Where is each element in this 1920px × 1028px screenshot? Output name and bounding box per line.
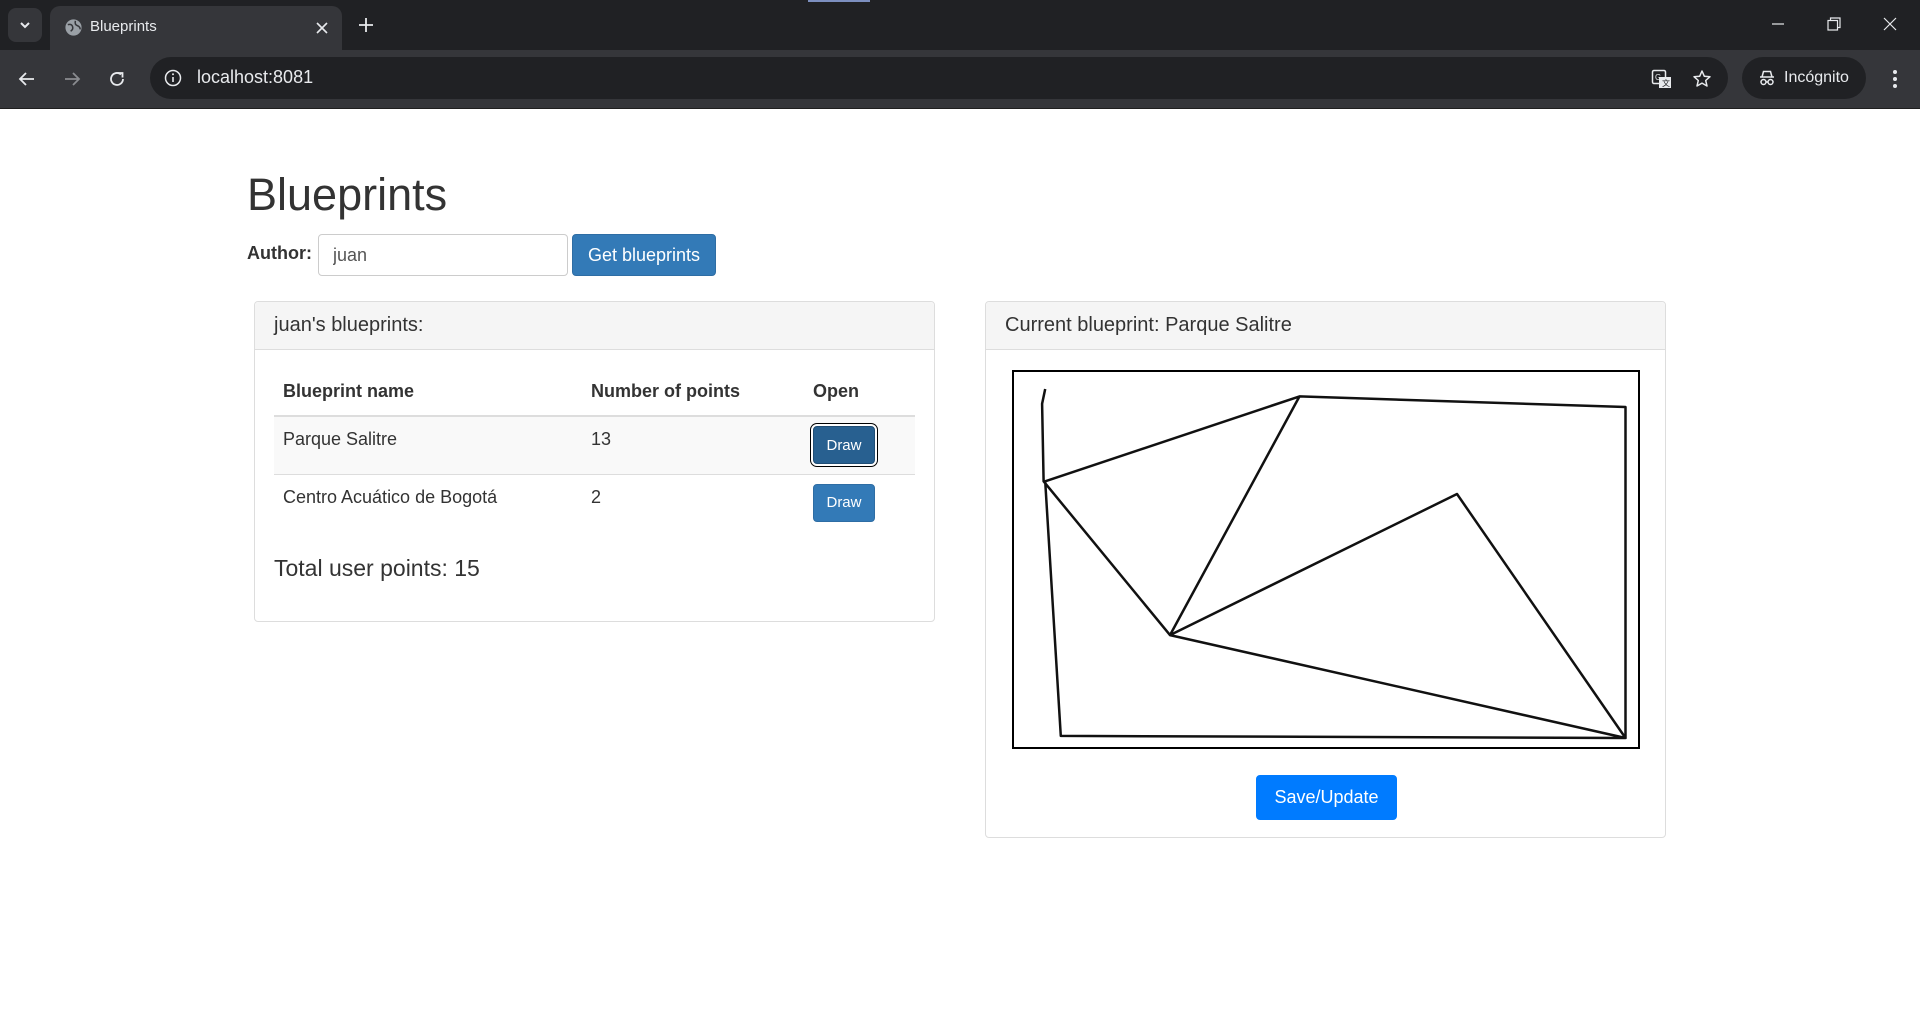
minimize-button[interactable] <box>1750 0 1806 48</box>
plus-icon <box>359 18 373 32</box>
svg-text:文: 文 <box>1662 78 1670 88</box>
table-row: Centro Acuático de Bogotá 2 Draw <box>274 474 915 532</box>
tab-title: Blueprints <box>90 18 157 35</box>
column-header-open: Open <box>804 368 915 417</box>
browser-tab[interactable]: Blueprints <box>50 6 342 50</box>
browser-toolbar: localhost:8081 G文 Incógnito <box>0 50 1920 109</box>
incognito-indicator[interactable]: Incógnito <box>1742 57 1866 99</box>
info-icon <box>164 69 182 87</box>
blueprint-name-cell: Centro Acuático de Bogotá <box>283 486 498 507</box>
forward-button[interactable] <box>55 62 89 96</box>
incognito-icon <box>1760 70 1774 86</box>
close-icon <box>316 22 328 34</box>
save-update-button[interactable]: Save/Update <box>1256 775 1397 820</box>
draw-button[interactable]: Draw <box>813 426 875 464</box>
more-vert-icon <box>1893 70 1897 88</box>
reload-button[interactable] <box>100 62 134 96</box>
bookmark-button[interactable] <box>1688 65 1716 93</box>
close-icon <box>1883 17 1897 31</box>
star-icon <box>1693 70 1711 87</box>
translate-icon: G文 <box>1651 69 1671 88</box>
minimize-icon <box>1772 23 1784 25</box>
close-window-button[interactable] <box>1862 0 1918 48</box>
get-blueprints-button[interactable]: Get blueprints <box>571 234 717 276</box>
globe-icon <box>65 19 82 36</box>
tab-search-button[interactable] <box>8 8 42 42</box>
blueprints-table: Blueprint name Number of points Open Par… <box>274 368 915 532</box>
restore-button[interactable] <box>1806 0 1862 48</box>
restore-icon <box>1827 17 1841 31</box>
blueprint-name-cell: Parque Salitre <box>274 416 582 475</box>
total-user-points: Total user points: 15 <box>274 555 480 581</box>
new-tab-button[interactable] <box>352 11 380 39</box>
column-header-name: Blueprint name <box>274 368 582 417</box>
arrow-right-icon <box>65 72 81 86</box>
browser-tab-bar: Blueprints <box>0 0 1920 50</box>
incognito-label: Incógnito <box>1784 69 1849 86</box>
blueprint-polyline <box>1040 388 1627 740</box>
blueprint-canvas[interactable] <box>1012 370 1640 749</box>
author-form: Author: Get blueprints <box>247 234 717 276</box>
author-label: Author: <box>247 242 312 263</box>
blueprints-panel-heading: juan's blueprints: <box>255 302 934 350</box>
table-header-row: Blueprint name Number of points Open <box>274 368 915 417</box>
column-header-points: Number of points <box>582 368 804 417</box>
blueprint-open-cell: Draw <box>804 416 915 475</box>
current-blueprint-panel: Current blueprint: Parque Salitre Save/U… <box>985 301 1666 838</box>
svg-text:G: G <box>1655 73 1661 82</box>
blueprints-list-panel: juan's blueprints: Blueprint name Number… <box>254 301 935 622</box>
translate-button[interactable]: G文 <box>1648 65 1676 93</box>
arrow-left-icon <box>18 72 34 86</box>
author-input[interactable] <box>317 234 568 276</box>
site-info-button[interactable] <box>160 65 186 91</box>
page-title: Blueprints <box>247 169 448 220</box>
tab-strip-indicator <box>808 0 870 2</box>
address-bar[interactable]: localhost:8081 G文 <box>150 57 1728 99</box>
page-content: Blueprints Author: Get blueprints juan's… <box>0 109 1920 1028</box>
table-row: Parque Salitre 13 Draw <box>274 416 915 475</box>
blueprint-points-cell: 13 <box>582 416 804 475</box>
reload-icon <box>110 72 124 86</box>
tab-close-button[interactable] <box>311 17 333 39</box>
current-blueprint-heading: Current blueprint: Parque Salitre <box>986 302 1665 350</box>
browser-menu-button[interactable] <box>1878 62 1912 96</box>
chevron-down-icon <box>20 22 30 29</box>
blueprint-open-cell: Draw <box>804 474 915 532</box>
blueprint-points-cell: 2 <box>591 486 602 507</box>
blueprint-drawing <box>1040 388 1627 740</box>
url-text[interactable]: localhost:8081 <box>197 67 313 88</box>
draw-button[interactable]: Draw <box>813 483 875 522</box>
back-button[interactable] <box>10 62 44 96</box>
